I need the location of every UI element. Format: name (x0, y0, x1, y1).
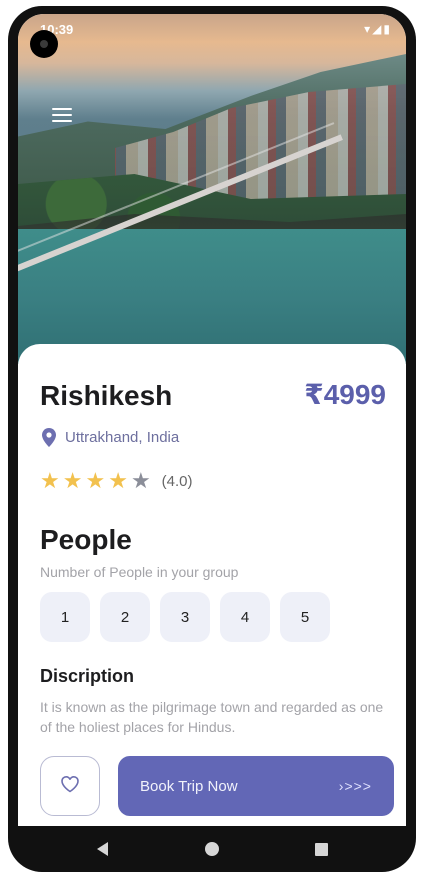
hero-image (18, 14, 406, 364)
people-option-2[interactable]: 2 (100, 592, 150, 642)
status-icons: ▾◢▮ (364, 22, 392, 36)
star-icon: ★ (85, 468, 106, 493)
book-trip-label: Book Trip Now (140, 777, 238, 795)
system-nav-bar (8, 826, 416, 872)
star-icon: ★ (40, 468, 60, 493)
menu-line (52, 108, 72, 110)
rating-row: ★ ★ ★ ★ ★ (4.0) (40, 470, 193, 492)
destination-title: Rishikesh (40, 380, 173, 411)
details-card: Rishikesh ₹4999 Uttrakhand, India ★ ★ ★ … (18, 344, 406, 826)
people-option-1[interactable]: 1 (40, 592, 90, 642)
people-selector: 1 2 3 4 5 (40, 592, 330, 642)
star-icon: ★ (62, 468, 83, 493)
home-circle-icon (204, 842, 219, 856)
nav-back-button[interactable] (83, 829, 123, 869)
location-row: Uttrakhand, India (42, 428, 179, 447)
star-icon: ★ (108, 468, 128, 493)
status-bar: 10:39 ▾◢▮ (18, 14, 406, 44)
people-subtitle: Number of People in your group (40, 564, 239, 580)
location-pin-icon (42, 428, 56, 447)
menu-line (52, 120, 72, 122)
menu-line (52, 114, 72, 116)
description-text: It is known as the pilgrimage town and r… (40, 699, 384, 735)
arrows-icon: ›>>> (338, 778, 372, 794)
star-empty-icon: ★ (130, 468, 151, 493)
recents-square-icon (314, 842, 328, 856)
back-triangle-icon (97, 842, 109, 856)
phone-frame: 10:39 ▾◢▮ Rishikesh ₹4999 Uttrakhand, In… (8, 6, 416, 872)
book-trip-button[interactable]: Book Trip Now ›>>> (118, 756, 394, 816)
people-option-4[interactable]: 4 (220, 592, 270, 642)
nav-home-button[interactable] (192, 829, 232, 869)
location-text: Uttrakhand, India (65, 429, 180, 446)
heart-icon (60, 775, 80, 798)
app-screen: 10:39 ▾◢▮ Rishikesh ₹4999 Uttrakhand, In… (18, 14, 406, 826)
people-option-3[interactable]: 3 (160, 592, 210, 642)
people-heading: People (40, 524, 132, 555)
rating-value: (4.0) (161, 472, 193, 490)
description-heading: Discription (40, 666, 135, 686)
people-option-5[interactable]: 5 (280, 592, 330, 642)
nav-recents-button[interactable] (301, 829, 341, 869)
favorite-button[interactable] (40, 756, 100, 816)
camera-cutout (30, 30, 58, 58)
hamburger-menu-icon[interactable] (52, 108, 72, 122)
destination-price: ₹4999 (304, 379, 386, 410)
